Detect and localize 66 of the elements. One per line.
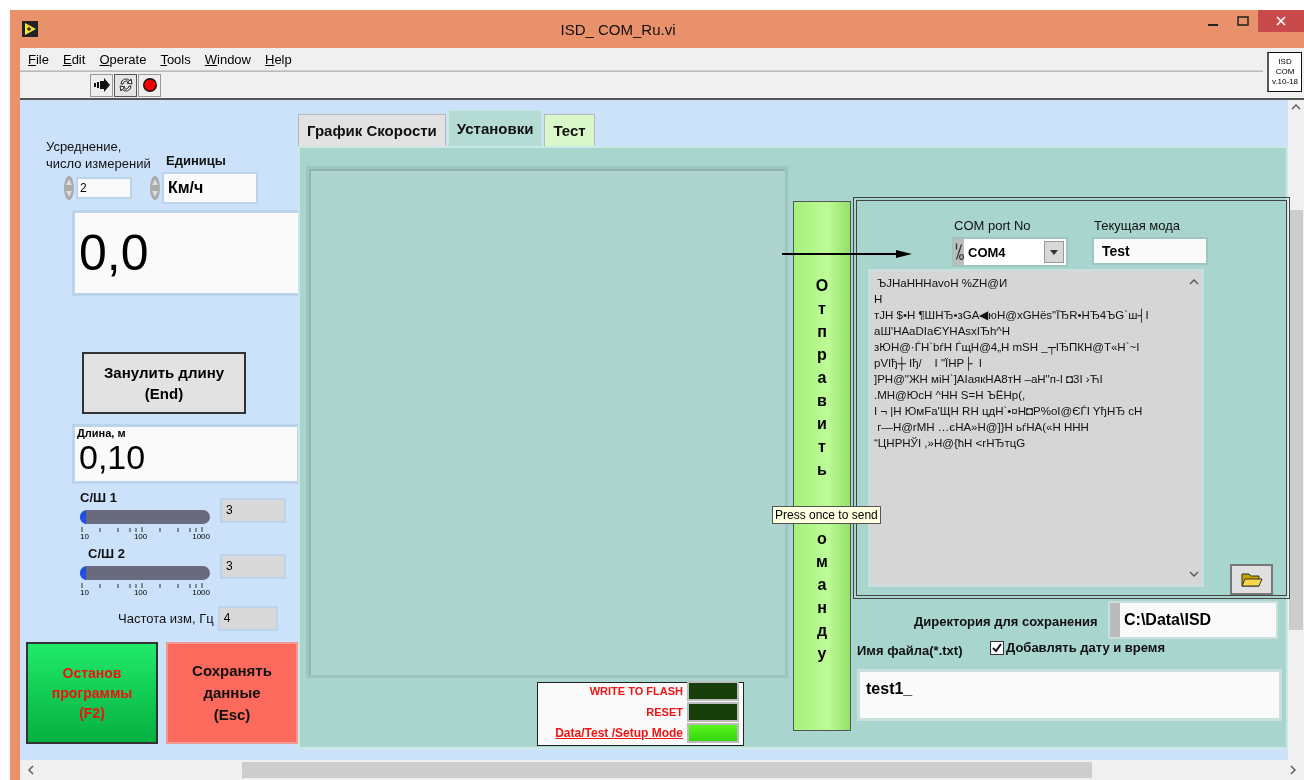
snr-value-field: 3 (220, 554, 286, 579)
close-button[interactable] (1258, 10, 1304, 32)
run-continuously-icon[interactable] (114, 73, 137, 97)
length-value: 0,10 (79, 439, 147, 475)
checkbox-label: Добавлять дату и время (1006, 640, 1166, 655)
menu-item[interactable]: Edit (62, 51, 86, 67)
minimize-icon (1208, 24, 1218, 26)
frequency-field[interactable]: 4 (217, 606, 278, 631)
averaging-field[interactable]: 2 (76, 177, 132, 199)
scale-label: 1000 (192, 588, 210, 597)
zero-length-button[interactable]: Занулить длину (End) (82, 352, 246, 414)
tab[interactable]: Установки (447, 110, 543, 146)
com-port-label: COM port No (954, 218, 1031, 233)
scroll-down-icon[interactable] (1189, 571, 1199, 577)
scale-label: 10 (80, 532, 89, 541)
scale-label: 1000 (192, 532, 210, 541)
dropdown-arrow-icon (1050, 249, 1058, 255)
frequency-label: Частота изм, Гц (118, 611, 214, 626)
filename-label: Имя файла(*.txt) (857, 643, 963, 658)
maximize-icon (1237, 15, 1249, 27)
abort-stop-icon[interactable] (138, 73, 161, 97)
scroll-left-icon[interactable] (28, 765, 34, 775)
checkbox[interactable] (990, 640, 1004, 655)
app-icon (22, 21, 38, 37)
menu-item[interactable]: Help (265, 51, 292, 67)
snr-slider[interactable] (80, 510, 210, 524)
folder-icon (1240, 571, 1263, 588)
scale-label: 100 (133, 532, 148, 541)
tab[interactable]: График Скорости (298, 114, 446, 146)
folder-button[interactable] (1230, 564, 1273, 595)
close-icon (1275, 15, 1287, 27)
menu-item[interactable]: Window (204, 51, 251, 67)
units-field[interactable]: Км/ч (162, 172, 258, 204)
snr-slider[interactable] (80, 566, 210, 580)
scale-label: 100 (133, 588, 148, 597)
vi-icon: ISD COM v.10-18 (1267, 52, 1302, 92)
units-label: Единицы (166, 153, 226, 168)
indicator-label: WRITE TO FLASH (589, 685, 683, 697)
indicator-label: RESET (646, 706, 683, 718)
scroll-up-icon[interactable] (1291, 104, 1301, 110)
com-port-dropdown[interactable]: COM4 (952, 237, 1068, 267)
mode-field: Test (1092, 237, 1208, 265)
filename-field[interactable]: test1_ (857, 669, 1282, 721)
horizontal-scrollbar[interactable] (20, 760, 1304, 780)
log-text: ЪJHaHHHavoH %ZH@И H тJH $•H ¶ШHЂ•зGA◀юH@xGHёs"ЇЂR•HЂ4ЪG`ш┤I aШ'HAaDIaЄYHAsxIЂh^H зЮH@·ЃH`bѓH ЃщH@4„H mSH _┬IЂПКH@T«H`~I pVIђ┼ Iђ/ I "ЇHP├ I ]PH@"ЖH мiH`]AIаякHA8тH –aH"п-I ◘3I ›ЋI .MH@ЮсH ^HH S=H ЪЁHp(, I ¬ |H ЮмFa'ЩH RH цдH`•¤H◘P%оI@ЄЃI YђHЂ cH г—H@rMH …єHA»H@]}H ьѓHA(«H HHH “ЦHPHЎI ,»H@{ћH <rHЂтцG (873, 276, 1150, 451)
length-label: Длина, м (77, 427, 127, 439)
tooltip: Press once to send (772, 506, 881, 524)
io-icon (954, 239, 964, 265)
scroll-right-icon[interactable] (1290, 765, 1296, 775)
scroll-up-icon[interactable] (1189, 279, 1199, 285)
snr-value-field: 3 (220, 498, 286, 523)
tab[interactable]: Тест (544, 114, 595, 146)
snr-label: С/Ш 1 (80, 490, 117, 505)
mode-link[interactable]: Data/Test /Setup Mode (555, 726, 683, 740)
directory-field[interactable]: C:\Data\ISD (1108, 601, 1278, 639)
directory-label: Директория для сохранения (914, 614, 1098, 629)
menu-item[interactable]: File (28, 51, 49, 67)
menu-item[interactable]: Tools (160, 51, 191, 67)
window-title: ISD_ COM_Ru.vi (559, 20, 677, 38)
mode-label: Текущая мода (1094, 218, 1181, 233)
save-data-button[interactable]: Сохранять данные (Esc) (166, 642, 298, 744)
snr-label: С/Ш 2 (88, 546, 125, 561)
menu-item[interactable]: Operate (99, 51, 147, 67)
scale-label: 10 (80, 588, 89, 597)
vertical-scrollbar[interactable] (1288, 100, 1304, 760)
averaging-label: Усреднение, число измерений (46, 138, 151, 172)
